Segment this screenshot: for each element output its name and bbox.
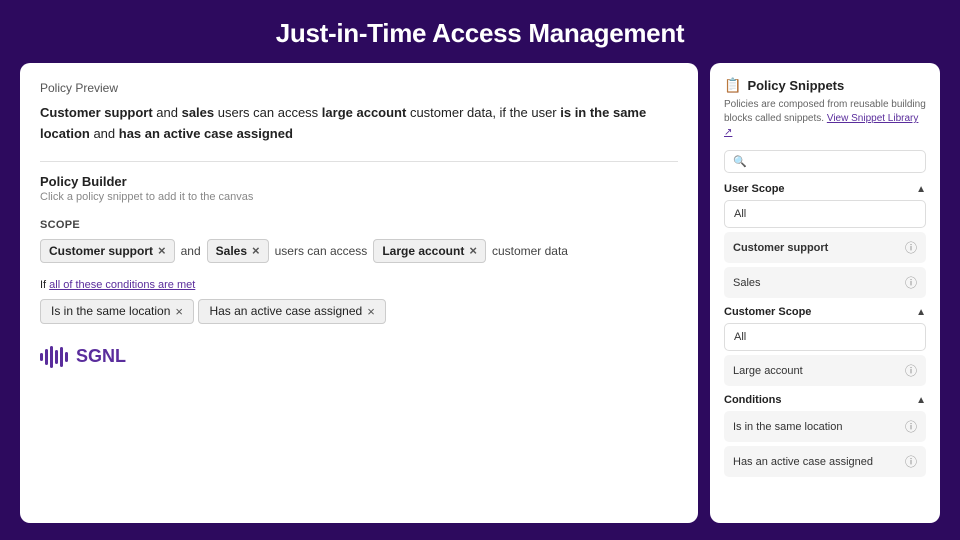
scope-customer-data-text: customer data: [492, 244, 568, 258]
right-panel: 📋 Policy Snippets Policies are composed …: [710, 63, 940, 523]
search-input[interactable]: [752, 156, 917, 168]
customer-scope-large-account[interactable]: Large account ⓘ: [724, 355, 926, 386]
tag-large-account-close[interactable]: ×: [469, 244, 477, 257]
tag-large-account-label: Large account: [382, 244, 464, 258]
divider: [40, 161, 678, 162]
snippets-title: Policy Snippets: [747, 78, 844, 93]
customer-scope-large-account-label: Large account: [733, 365, 803, 377]
preview-active-case: has an active case assigned: [119, 126, 293, 141]
customer-scope-title: Customer Scope: [724, 306, 811, 318]
user-scope-sales-info[interactable]: ⓘ: [905, 274, 917, 291]
snippet-library-link[interactable]: View Snippet Library ↗: [724, 113, 918, 138]
tag-customer-support-close[interactable]: ×: [158, 244, 166, 257]
conditions-title: Conditions: [724, 394, 781, 406]
preview-sales: sales: [182, 105, 215, 120]
condition-location-label: Is in the same location: [51, 304, 170, 318]
condition-active-case-label: Has an active case assigned: [209, 304, 362, 318]
search-icon: 🔍: [733, 155, 747, 168]
conditions-section: Conditions ▲ Is in the same location ⓘ H…: [724, 394, 926, 477]
page-title: Just-in-Time Access Management: [276, 0, 685, 63]
condition-tag-location[interactable]: Is in the same location ×: [40, 299, 194, 324]
snippets-scroll: User Scope ▲ All Customer support ⓘ Sale…: [724, 183, 926, 513]
preview-customer-support: Customer support: [40, 105, 153, 120]
conditions-same-location-info[interactable]: ⓘ: [905, 418, 917, 435]
logo-area: SGNL: [40, 346, 678, 368]
snippets-subtitle: Policies are composed from reusable buil…: [724, 98, 926, 140]
scope-access-text: users can access: [275, 244, 368, 258]
conditions-link[interactable]: all of these conditions are met: [49, 279, 195, 291]
customer-scope-all[interactable]: All: [724, 323, 926, 351]
user-scope-customer-support[interactable]: Customer support ⓘ: [724, 232, 926, 263]
conditions-active-case[interactable]: Has an active case assigned ⓘ: [724, 446, 926, 477]
customer-scope-large-account-info[interactable]: ⓘ: [905, 362, 917, 379]
user-scope-sales[interactable]: Sales ⓘ: [724, 267, 926, 298]
tag-large-account[interactable]: Large account ×: [373, 239, 486, 263]
search-box: 🔍: [724, 150, 926, 173]
condition-tags-container: Is in the same location × Has an active …: [40, 299, 678, 330]
user-scope-sales-label: Sales: [733, 277, 761, 289]
policy-preview-label: Policy Preview: [40, 81, 678, 95]
customer-scope-header[interactable]: Customer Scope ▲: [724, 306, 926, 318]
policy-builder-subtitle: Click a policy snippet to add it to the …: [40, 191, 678, 203]
snippets-header: 📋 Policy Snippets: [724, 77, 926, 94]
customer-scope-section: Customer Scope ▲ All Large account ⓘ: [724, 306, 926, 386]
scope-label: Scope: [40, 219, 678, 231]
user-scope-chevron: ▲: [916, 184, 926, 195]
user-scope-customer-support-info[interactable]: ⓘ: [905, 239, 917, 256]
customer-scope-chevron: ▲: [916, 307, 926, 318]
tag-sales-close[interactable]: ×: [252, 244, 260, 257]
logo-text: SGNL: [76, 346, 126, 367]
policy-preview-text: Customer support and sales users can acc…: [40, 103, 678, 145]
preview-large-account: large account: [322, 105, 407, 120]
condition-location-close[interactable]: ×: [175, 304, 183, 319]
user-scope-title: User Scope: [724, 183, 785, 195]
condition-tag-active-case[interactable]: Has an active case assigned ×: [198, 299, 385, 324]
conditions-chevron: ▲: [916, 395, 926, 406]
conditions-header[interactable]: Conditions ▲: [724, 394, 926, 406]
scope-and-text: and: [181, 244, 201, 258]
policy-builder-title: Policy Builder: [40, 174, 678, 189]
snippets-book-icon: 📋: [724, 77, 741, 94]
conditions-active-case-info[interactable]: ⓘ: [905, 453, 917, 470]
conditions-same-location-label: Is in the same location: [733, 421, 842, 433]
conditions-label: If all of these conditions are met: [40, 279, 678, 291]
conditions-same-location[interactable]: Is in the same location ⓘ: [724, 411, 926, 442]
user-scope-all[interactable]: All: [724, 200, 926, 228]
waveform-logo-icon: [40, 346, 68, 368]
tag-customer-support-label: Customer support: [49, 244, 153, 258]
tag-sales[interactable]: Sales ×: [207, 239, 269, 263]
user-scope-section: User Scope ▲ All Customer support ⓘ Sale…: [724, 183, 926, 298]
left-panel: Policy Preview Customer support and sale…: [20, 63, 698, 523]
conditions-active-case-label: Has an active case assigned: [733, 456, 873, 468]
main-container: Policy Preview Customer support and sale…: [20, 63, 940, 523]
tag-customer-support[interactable]: Customer support ×: [40, 239, 175, 263]
user-scope-header[interactable]: User Scope ▲: [724, 183, 926, 195]
scope-row: Customer support × and Sales × users can…: [40, 239, 678, 263]
condition-active-case-close[interactable]: ×: [367, 304, 375, 319]
user-scope-customer-support-label: Customer support: [733, 242, 828, 254]
tag-sales-label: Sales: [216, 244, 247, 258]
